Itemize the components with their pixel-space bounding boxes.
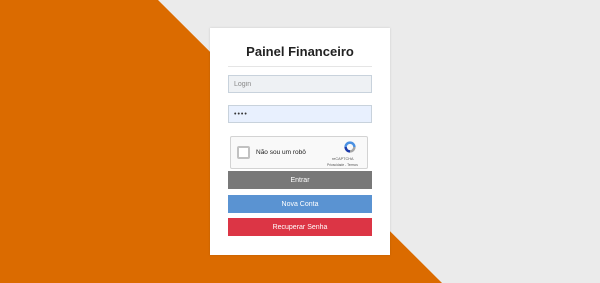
login-input[interactable] — [228, 75, 372, 93]
panel-title: Painel Financeiro — [246, 44, 354, 59]
recover-password-button[interactable]: Recuperar Senha — [228, 218, 372, 236]
title-divider — [228, 66, 372, 67]
enter-button[interactable]: Entrar — [228, 171, 372, 189]
recaptcha-widget: Não sou um robô reCAPTCHA Privacidade - … — [230, 136, 368, 169]
recaptcha-checkbox[interactable] — [237, 146, 250, 159]
password-input[interactable] — [228, 105, 372, 123]
recaptcha-links[interactable]: Privacidade - Termos — [327, 163, 358, 167]
recaptcha-label: Não sou um robô — [256, 149, 306, 156]
login-panel: Painel Financeiro Não sou um robô reCAPT… — [210, 28, 390, 255]
recaptcha-logo-icon — [344, 141, 356, 153]
new-account-button[interactable]: Nova Conta — [228, 195, 372, 213]
recaptcha-brand: reCAPTCHA — [332, 157, 354, 161]
